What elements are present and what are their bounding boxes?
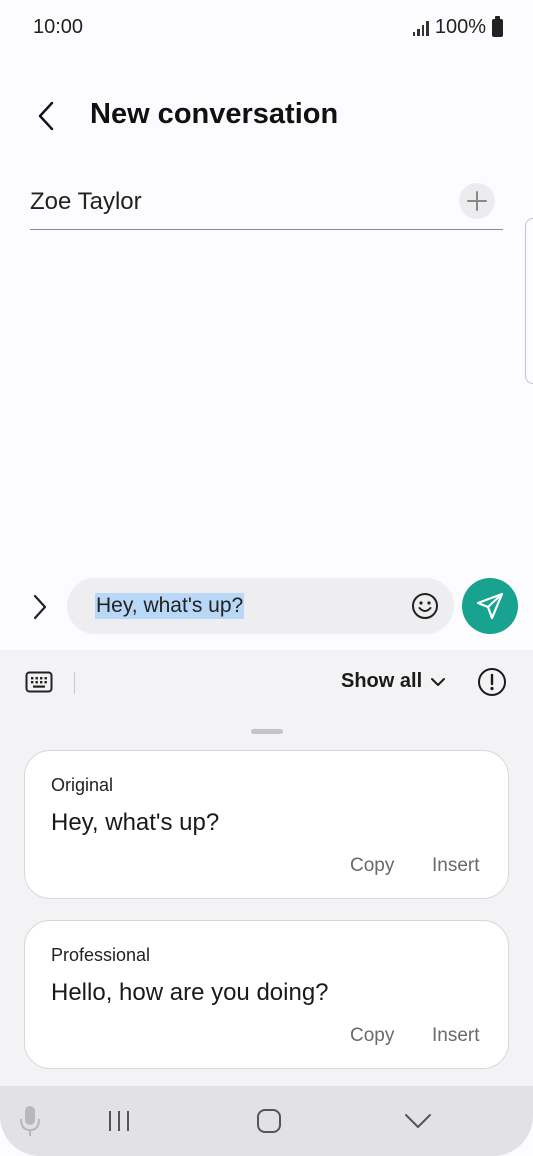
- battery-icon: [492, 15, 503, 37]
- recipient-field[interactable]: Zoe Taylor: [30, 178, 503, 230]
- status-bar: 10:00 100%: [0, 0, 533, 56]
- message-text-selected[interactable]: Hey, what's up?: [95, 593, 245, 619]
- keyboard-button[interactable]: [24, 668, 54, 696]
- suggestion-text: Hello, how are you doing?: [51, 979, 329, 1006]
- info-icon: [478, 668, 506, 696]
- compose-bar: Hey, what's up?: [0, 578, 533, 636]
- mic-icon: [20, 1106, 40, 1136]
- show-all-button[interactable]: Show all: [341, 670, 446, 693]
- copy-button[interactable]: Copy: [350, 855, 394, 877]
- chevron-down-icon: [431, 677, 446, 686]
- insert-button[interactable]: Insert: [432, 1025, 480, 1047]
- writing-assist-panel: Show all Original Hey, what's up? Copy I…: [0, 650, 533, 1086]
- status-time: 10:00: [33, 16, 84, 38]
- emoji-button[interactable]: [410, 591, 440, 621]
- home-icon: [257, 1109, 281, 1133]
- suggestion-text: Hey, what's up?: [51, 809, 220, 836]
- plus-icon: [467, 191, 487, 211]
- suggestion-card-original[interactable]: Original Hey, what's up? Copy Insert: [24, 750, 509, 899]
- suggestion-label: Original: [51, 775, 114, 795]
- info-button[interactable]: [477, 667, 507, 697]
- keyboard-icon: [25, 671, 53, 693]
- chevron-right-icon: [33, 594, 47, 620]
- panel-drag-handle[interactable]: [251, 729, 283, 734]
- system-nav-bar: [0, 1086, 533, 1156]
- suggestion-label: Professional: [51, 945, 151, 965]
- app-header: New conversation: [0, 88, 533, 144]
- send-button[interactable]: [462, 578, 518, 634]
- insert-button[interactable]: Insert: [432, 855, 480, 877]
- home-button[interactable]: [254, 1106, 284, 1136]
- hide-keyboard-icon: [405, 1114, 431, 1128]
- add-recipient-button[interactable]: [459, 183, 495, 219]
- page-title: New conversation: [90, 98, 339, 130]
- recipient-name: Zoe Taylor: [30, 188, 142, 215]
- chevron-left-icon: [38, 101, 54, 131]
- battery-percent: 100%: [434, 16, 486, 38]
- recents-button[interactable]: [104, 1106, 134, 1136]
- expand-options-button[interactable]: [24, 590, 56, 624]
- edge-panel-handle[interactable]: [525, 218, 533, 384]
- message-input[interactable]: Hey, what's up?: [67, 578, 454, 634]
- copy-button[interactable]: Copy: [350, 1025, 394, 1047]
- panel-toolbar: Show all: [0, 650, 533, 714]
- back-button[interactable]: [26, 94, 66, 138]
- smiley-icon: [412, 593, 438, 619]
- send-icon: [476, 592, 504, 620]
- toolbar-divider: [74, 672, 75, 694]
- suggestion-card-professional[interactable]: Professional Hello, how are you doing? C…: [24, 920, 509, 1069]
- status-right: 100%: [412, 15, 503, 39]
- signal-icon: [412, 20, 429, 36]
- voice-input-button[interactable]: [16, 1104, 44, 1138]
- show-all-label: Show all: [341, 670, 423, 692]
- hide-keyboard-button[interactable]: [401, 1106, 435, 1136]
- recents-icon: [109, 1111, 129, 1131]
